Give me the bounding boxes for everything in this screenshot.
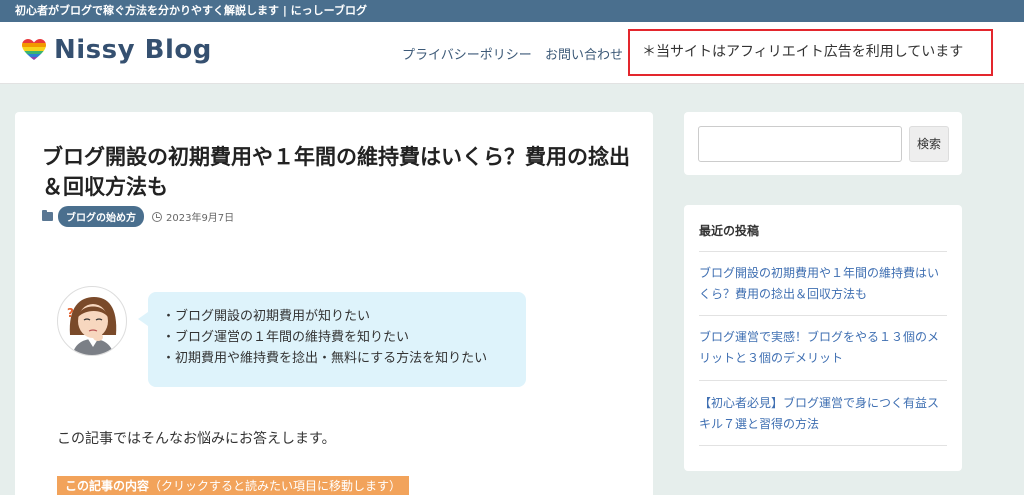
toc-header[interactable]: この記事の内容（クリックすると読みたい項目に移動します） (57, 476, 410, 495)
bubble-line: ・ブログ運営の１年間の維持費を知りたい (162, 330, 410, 345)
logo-text: Nissy Blog (54, 35, 212, 65)
author-avatar: ? (57, 286, 127, 356)
thinking-woman-illustration: ? (67, 297, 117, 355)
nav-contact[interactable]: お問い合わせ (545, 44, 623, 63)
toc-label: この記事の内容 (65, 479, 150, 493)
bubble-line: ・初期費用や維持費を捻出・無料にする方法を知りたい (162, 351, 488, 366)
rainbow-heart-icon (22, 39, 46, 60)
article-meta: ブログの始め方 2023年9月7日 (42, 206, 234, 227)
site-tagline: 初心者がブログで稼ぐ方法を分かりやすく解説します | にっしーブログ (15, 4, 368, 17)
toc-hint: （クリックすると読みたい項目に移動します） (149, 479, 402, 493)
divider (699, 251, 947, 252)
search-widget: 検索 (684, 112, 962, 175)
publish-date: 2023年9月7日 (166, 213, 235, 224)
site-logo[interactable]: Nissy Blog (22, 35, 212, 65)
nav-privacy-policy[interactable]: プライバシーポリシー (402, 44, 532, 63)
speech-bubble: ・ブログ開設の初期費用が知りたい ・ブログ運営の１年間の維持費を知りたい ・初期… (138, 292, 526, 387)
clock-icon (152, 211, 162, 222)
recent-post-link[interactable]: ブログ運営で実感！ブログをやる１３個のメリットと３個のデメリット (699, 327, 949, 369)
recent-posts-title: 最近の投稿 (699, 224, 760, 238)
folder-icon (42, 210, 53, 221)
site-tagline-bar: 初心者がブログで稼ぐ方法を分かりやすく解説します | にっしーブログ (0, 0, 1024, 22)
divider (699, 445, 947, 446)
recent-post-link[interactable]: 【初心者必見】ブログ運営で身につく有益スキル７選と習得の方法 (699, 393, 949, 435)
divider (699, 315, 947, 316)
category-badge[interactable]: ブログの始め方 (58, 206, 144, 227)
bubble-line: ・ブログ開設の初期費用が知りたい (162, 309, 371, 324)
article-intro: この記事ではそんなお悩みにお答えします。 (57, 431, 336, 447)
article-title: ブログ開設の初期費用や１年間の維持費はいくら？費用の捻出＆回収方法も (42, 145, 630, 199)
svg-text:?: ? (67, 306, 74, 320)
divider (699, 380, 947, 381)
affiliate-notice: ＊当サイトはアフィリエイト広告を利用しています (628, 29, 993, 76)
article-card: ブログ開設の初期費用や１年間の維持費はいくら？費用の捻出＆回収方法も ブログの始… (15, 112, 653, 495)
site-header: Nissy Blog プライバシーポリシー お問い合わせ ＊当サイトはアフィリエ… (0, 22, 1024, 84)
search-button[interactable]: 検索 (909, 126, 949, 162)
recent-post-link[interactable]: ブログ開設の初期費用や１年間の維持費はいくら？費用の捻出＆回収方法も (699, 263, 949, 305)
recent-posts-widget: 最近の投稿 ブログ開設の初期費用や１年間の維持費はいくら？費用の捻出＆回収方法も… (684, 205, 962, 471)
search-input[interactable] (698, 126, 902, 162)
